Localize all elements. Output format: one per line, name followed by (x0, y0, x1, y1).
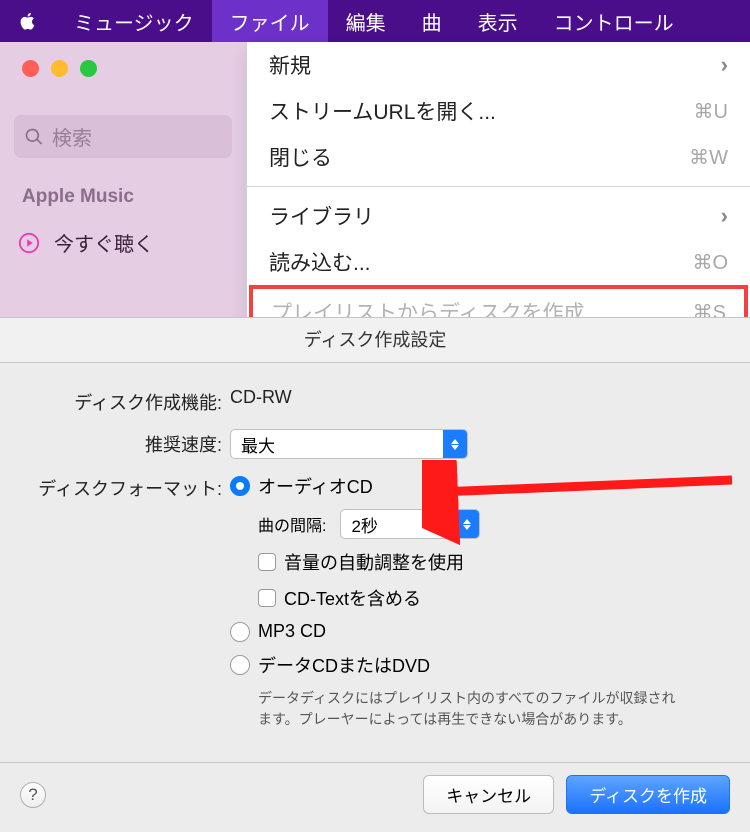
radio-icon (230, 622, 250, 642)
burn-settings-dialog: ディスク作成設定 ディスク作成機能: CD-RW 推奨速度: 最大 ディスクフォ… (0, 317, 750, 832)
menu-item-label: 閉じる (269, 142, 332, 172)
menu-file[interactable]: ファイル (212, 0, 328, 45)
shortcut: ⌘U (694, 99, 728, 124)
menu-item-import[interactable]: 読み込む... ⌘O (247, 239, 750, 285)
help-button[interactable]: ? (20, 782, 46, 808)
checkbox-icon (258, 589, 276, 607)
sidebar-item-listen-now[interactable]: 今すぐ聴く (18, 228, 228, 257)
radio-label: データCDまたはDVD (258, 652, 430, 678)
select-value: 2秒 (351, 512, 377, 537)
format-options: オーディオCD 曲の間隔: 2秒 音量の自動調整を使用 (230, 473, 688, 730)
menu-control[interactable]: コントロール (536, 0, 692, 45)
radio-icon (230, 476, 250, 496)
window-controls (0, 42, 246, 77)
checkbox-label: 音量の自動調整を使用 (284, 549, 464, 575)
zoom-window-button[interactable] (80, 60, 97, 77)
speed-select[interactable]: 最大 (230, 429, 468, 459)
create-disc-button[interactable]: ディスクを作成 (566, 775, 730, 814)
select-value: 最大 (241, 432, 275, 457)
radio-label: MP3 CD (258, 621, 326, 642)
radio-audio-cd[interactable]: オーディオCD (230, 473, 688, 499)
radio-data-cd[interactable]: データCDまたはDVD (230, 652, 688, 678)
checkbox-icon (258, 553, 276, 571)
menu-app-name[interactable]: ミュージック (56, 0, 212, 45)
speed-label: 推奨速度: (28, 429, 230, 457)
format-label: ディスクフォーマット: (28, 473, 230, 501)
menu-item-new[interactable]: 新規 › (247, 42, 750, 88)
search-icon (24, 127, 44, 147)
minimize-window-button[interactable] (51, 60, 68, 77)
menu-separator (247, 186, 750, 187)
sidebar: 検索 Apple Music 今すぐ聴く (0, 42, 246, 317)
checkbox-cd-text[interactable]: CD-Textを含める (258, 585, 688, 611)
row-gap: 曲の間隔: 2秒 (258, 509, 688, 539)
row-speed: 推奨速度: 最大 (28, 429, 722, 459)
device-label: ディスク作成機能: (28, 387, 230, 415)
chevron-right-icon: › (721, 52, 728, 78)
upper-area: 検索 Apple Music 今すぐ聴く 新規 › ストリームURLを開く...… (0, 42, 750, 317)
radio-mp3-cd[interactable]: MP3 CD (230, 621, 688, 642)
checkbox-sound-check[interactable]: 音量の自動調整を使用 (258, 549, 688, 575)
close-window-button[interactable] (22, 60, 39, 77)
chevron-right-icon: › (721, 203, 728, 229)
select-arrows-icon (455, 510, 479, 538)
menu-item-label: 読み込む... (269, 247, 371, 277)
row-format: ディスクフォーマット: オーディオCD 曲の間隔: 2秒 (28, 473, 722, 730)
dialog-footer: ? キャンセル ディスクを作成 (0, 762, 750, 832)
menu-item-close[interactable]: 閉じる ⌘W (247, 134, 750, 180)
gap-label: 曲の間隔: (258, 512, 326, 536)
menu-item-label: 新規 (269, 50, 311, 80)
device-value: CD-RW (230, 387, 292, 408)
play-circle-icon (18, 232, 40, 254)
checkbox-label: CD-Textを含める (284, 585, 421, 611)
sidebar-item-label: 今すぐ聴く (54, 228, 154, 257)
dialog-form: ディスク作成機能: CD-RW 推奨速度: 最大 ディスクフォーマット: オーデ… (0, 363, 750, 750)
menu-item-library[interactable]: ライブラリ › (247, 193, 750, 239)
audio-cd-suboptions: 曲の間隔: 2秒 音量の自動調整を使用 CD-Textを含める (258, 509, 688, 611)
apple-icon (17, 10, 39, 32)
menu-item-label: ストリームURLを開く... (269, 96, 496, 126)
search-input[interactable]: 検索 (14, 115, 232, 158)
menu-view[interactable]: 表示 (460, 0, 536, 45)
file-menu-dropdown: 新規 › ストリームURLを開く... ⌘U 閉じる ⌘W ライブラリ › 読み… (246, 42, 750, 340)
radio-icon (230, 655, 250, 675)
menu-song[interactable]: 曲 (404, 0, 460, 45)
cancel-button[interactable]: キャンセル (423, 775, 554, 814)
dialog-title: ディスク作成設定 (0, 318, 750, 363)
shortcut: ⌘O (692, 250, 728, 275)
menu-item-label: ライブラリ (269, 201, 374, 231)
data-cd-hint: データディスクにはプレイリスト内のすべてのファイルが収録されます。プレーヤーによ… (258, 688, 688, 730)
search-placeholder: 検索 (52, 122, 92, 151)
select-arrows-icon (443, 430, 467, 458)
row-device: ディスク作成機能: CD-RW (28, 387, 722, 415)
apple-menu[interactable] (0, 10, 56, 32)
sidebar-section-label: Apple Music (22, 186, 224, 208)
gap-select[interactable]: 2秒 (340, 509, 480, 539)
menu-bar: ミュージック ファイル 編集 曲 表示 コントロール (0, 0, 750, 42)
radio-label: オーディオCD (258, 473, 373, 499)
menu-item-open-stream[interactable]: ストリームURLを開く... ⌘U (247, 88, 750, 134)
menu-edit[interactable]: 編集 (328, 0, 404, 45)
shortcut: ⌘W (689, 145, 728, 170)
